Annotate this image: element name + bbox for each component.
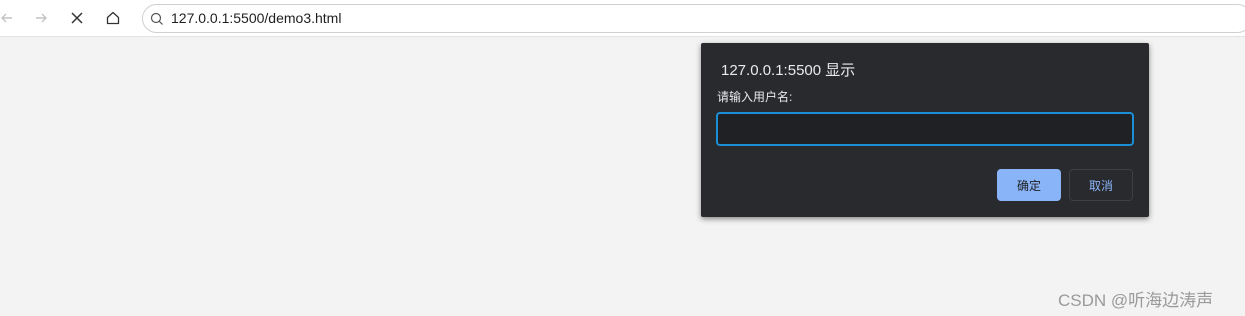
ok-button[interactable]: 确定 — [997, 169, 1061, 201]
prompt-dialog: 127.0.0.1:5500 显示 请输入用户名: 确定 取消 — [701, 43, 1149, 217]
home-icon — [106, 11, 120, 25]
search-icon — [150, 12, 163, 25]
forward-arrow-icon — [36, 13, 47, 23]
cancel-button[interactable]: 取消 — [1069, 169, 1133, 201]
back-arrow-icon — [1, 13, 12, 23]
url-text: 127.0.0.1:5500/demo3.html — [171, 10, 342, 26]
dialog-message: 请输入用户名: — [717, 90, 793, 104]
browser-toolbar: 127.0.0.1:5500/demo3.html — [0, 0, 1245, 37]
back-button[interactable] — [0, 6, 19, 30]
stop-loading-button[interactable] — [65, 6, 89, 30]
dialog-title: 127.0.0.1:5500 显示 — [721, 62, 856, 79]
forward-button[interactable] — [29, 6, 53, 30]
username-input[interactable] — [716, 112, 1134, 146]
home-button[interactable] — [101, 6, 125, 30]
watermark-text: CSDN @听海边涛声 — [1058, 291, 1214, 310]
address-bar[interactable]: 127.0.0.1:5500/demo3.html — [142, 4, 1245, 33]
close-icon — [71, 12, 83, 24]
